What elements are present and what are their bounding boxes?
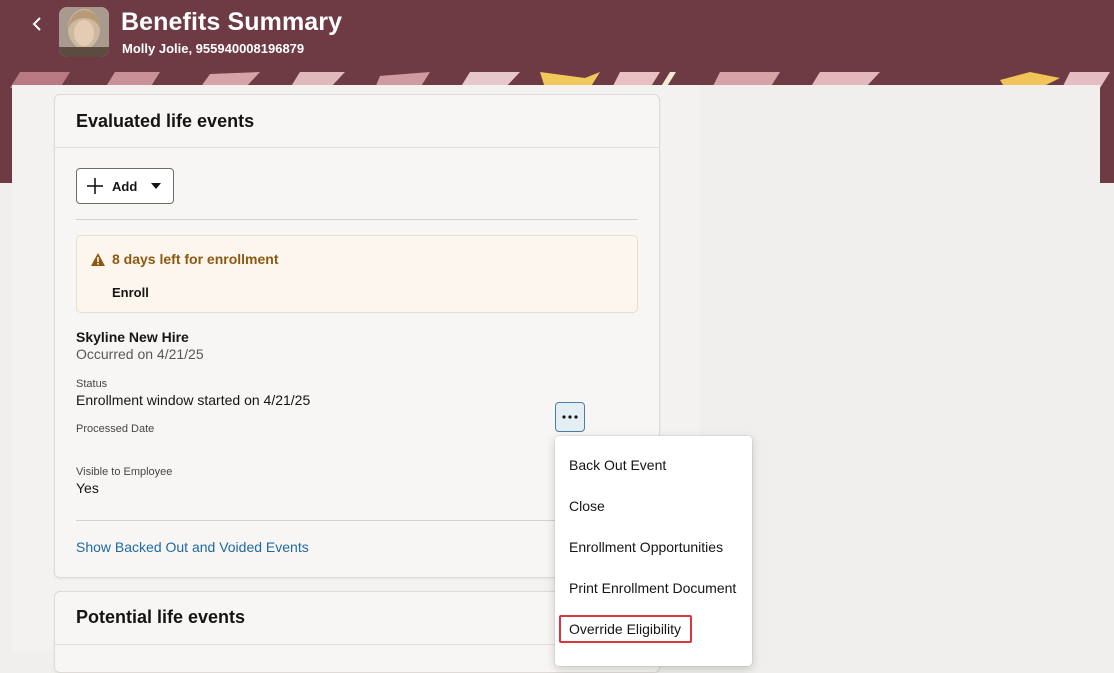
avatar	[59, 7, 109, 57]
menu-item-back-out-event[interactable]: Back Out Event	[569, 457, 666, 473]
divider	[55, 147, 659, 148]
side-panel	[700, 85, 1100, 651]
actions-menu: Back Out Event Close Enrollment Opportun…	[555, 436, 752, 666]
warning-icon	[91, 253, 105, 271]
enrollment-alert: 8 days left for enrollment Enroll	[76, 235, 638, 313]
alert-message: 8 days left for enrollment	[112, 251, 279, 267]
more-options-button[interactable]	[555, 402, 585, 432]
life-event-name: Skyline New Hire	[76, 329, 189, 345]
back-button[interactable]	[24, 12, 50, 36]
menu-item-override-eligibility[interactable]: Override Eligibility	[569, 621, 681, 637]
visible-to-employee-value: Yes	[76, 480, 99, 496]
visible-to-employee-label: Visible to Employee	[76, 466, 173, 478]
show-backed-out-events-link[interactable]: Show Backed Out and Voided Events	[76, 539, 309, 555]
menu-item-close[interactable]: Close	[569, 498, 605, 514]
employee-name-and-number: Molly Jolie, 955940008196879	[122, 41, 305, 56]
add-button-label: Add	[112, 178, 138, 194]
card-title: Evaluated life events	[76, 111, 255, 131]
more-options-icon	[562, 415, 578, 419]
processed-date-label: Processed Date	[76, 423, 155, 435]
divider	[76, 219, 638, 220]
status-label: Status	[76, 378, 108, 390]
add-button[interactable]: Add	[76, 168, 174, 204]
menu-item-enrollment-opportunities[interactable]: Enrollment Opportunities	[569, 539, 723, 555]
plus-icon	[86, 177, 104, 195]
page-title: Benefits Summary	[121, 8, 343, 36]
status-value: Enrollment window started on 4/21/25	[76, 392, 311, 408]
back-chevron-icon	[32, 17, 41, 31]
life-event-date: Occurred on 4/21/25	[76, 346, 204, 362]
card-title: Potential life events	[76, 607, 246, 627]
enroll-link[interactable]: Enroll	[112, 285, 149, 300]
menu-item-print-enrollment-document[interactable]: Print Enrollment Document	[569, 580, 736, 596]
divider	[76, 520, 638, 521]
caret-down-icon	[151, 183, 162, 189]
